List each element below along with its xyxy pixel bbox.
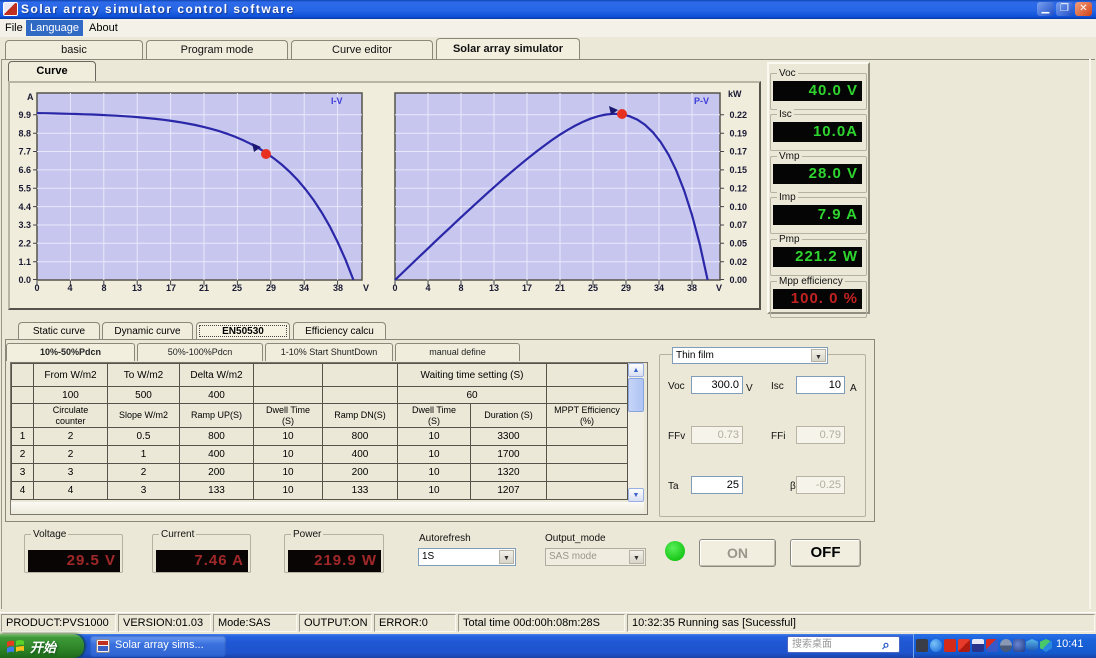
svg-text:21: 21: [555, 283, 565, 293]
svg-text:A: A: [27, 92, 34, 102]
svg-text:29: 29: [266, 283, 276, 293]
svg-text:13: 13: [132, 283, 142, 293]
svg-text:6.6: 6.6: [18, 165, 31, 175]
svg-text:8: 8: [101, 283, 106, 293]
svg-text:0.05: 0.05: [729, 239, 747, 249]
svg-text:P-V: P-V: [694, 96, 709, 106]
svg-text:0.0: 0.0: [18, 275, 31, 285]
svg-text:0.17: 0.17: [729, 147, 747, 157]
svg-text:17: 17: [522, 283, 532, 293]
svg-text:0.02: 0.02: [729, 257, 747, 267]
svg-text:13: 13: [489, 283, 499, 293]
svg-text:9.9: 9.9: [18, 110, 31, 120]
svg-text:8.8: 8.8: [18, 128, 31, 138]
svg-text:0.22: 0.22: [729, 110, 747, 120]
svg-text:25: 25: [232, 283, 242, 293]
svg-text:21: 21: [199, 283, 209, 293]
svg-text:38: 38: [333, 283, 343, 293]
svg-text:0.12: 0.12: [729, 183, 747, 193]
svg-text:7.7: 7.7: [18, 147, 31, 157]
svg-text:29: 29: [621, 283, 631, 293]
svg-text:4: 4: [67, 283, 72, 293]
svg-text:0: 0: [34, 283, 39, 293]
svg-text:0.00: 0.00: [729, 275, 747, 285]
svg-text:5.5: 5.5: [18, 183, 31, 193]
svg-text:8: 8: [458, 283, 463, 293]
svg-text:I-V: I-V: [331, 96, 343, 106]
svg-text:0.07: 0.07: [729, 220, 747, 230]
svg-text:0.15: 0.15: [729, 165, 747, 175]
svg-text:0.19: 0.19: [729, 128, 747, 138]
svg-text:V: V: [363, 283, 369, 293]
svg-text:4: 4: [425, 283, 430, 293]
svg-text:2.2: 2.2: [18, 239, 31, 249]
svg-text:38: 38: [687, 283, 697, 293]
svg-text:0.10: 0.10: [729, 202, 747, 212]
svg-text:25: 25: [588, 283, 598, 293]
svg-text:0: 0: [392, 283, 397, 293]
svg-text:1.1: 1.1: [18, 257, 31, 267]
svg-text:3.3: 3.3: [18, 220, 31, 230]
svg-text:34: 34: [299, 283, 309, 293]
svg-text:4.4: 4.4: [18, 202, 31, 212]
svg-text:kW: kW: [728, 89, 742, 99]
svg-text:34: 34: [654, 283, 664, 293]
svg-text:V: V: [716, 283, 722, 293]
svg-text:17: 17: [166, 283, 176, 293]
